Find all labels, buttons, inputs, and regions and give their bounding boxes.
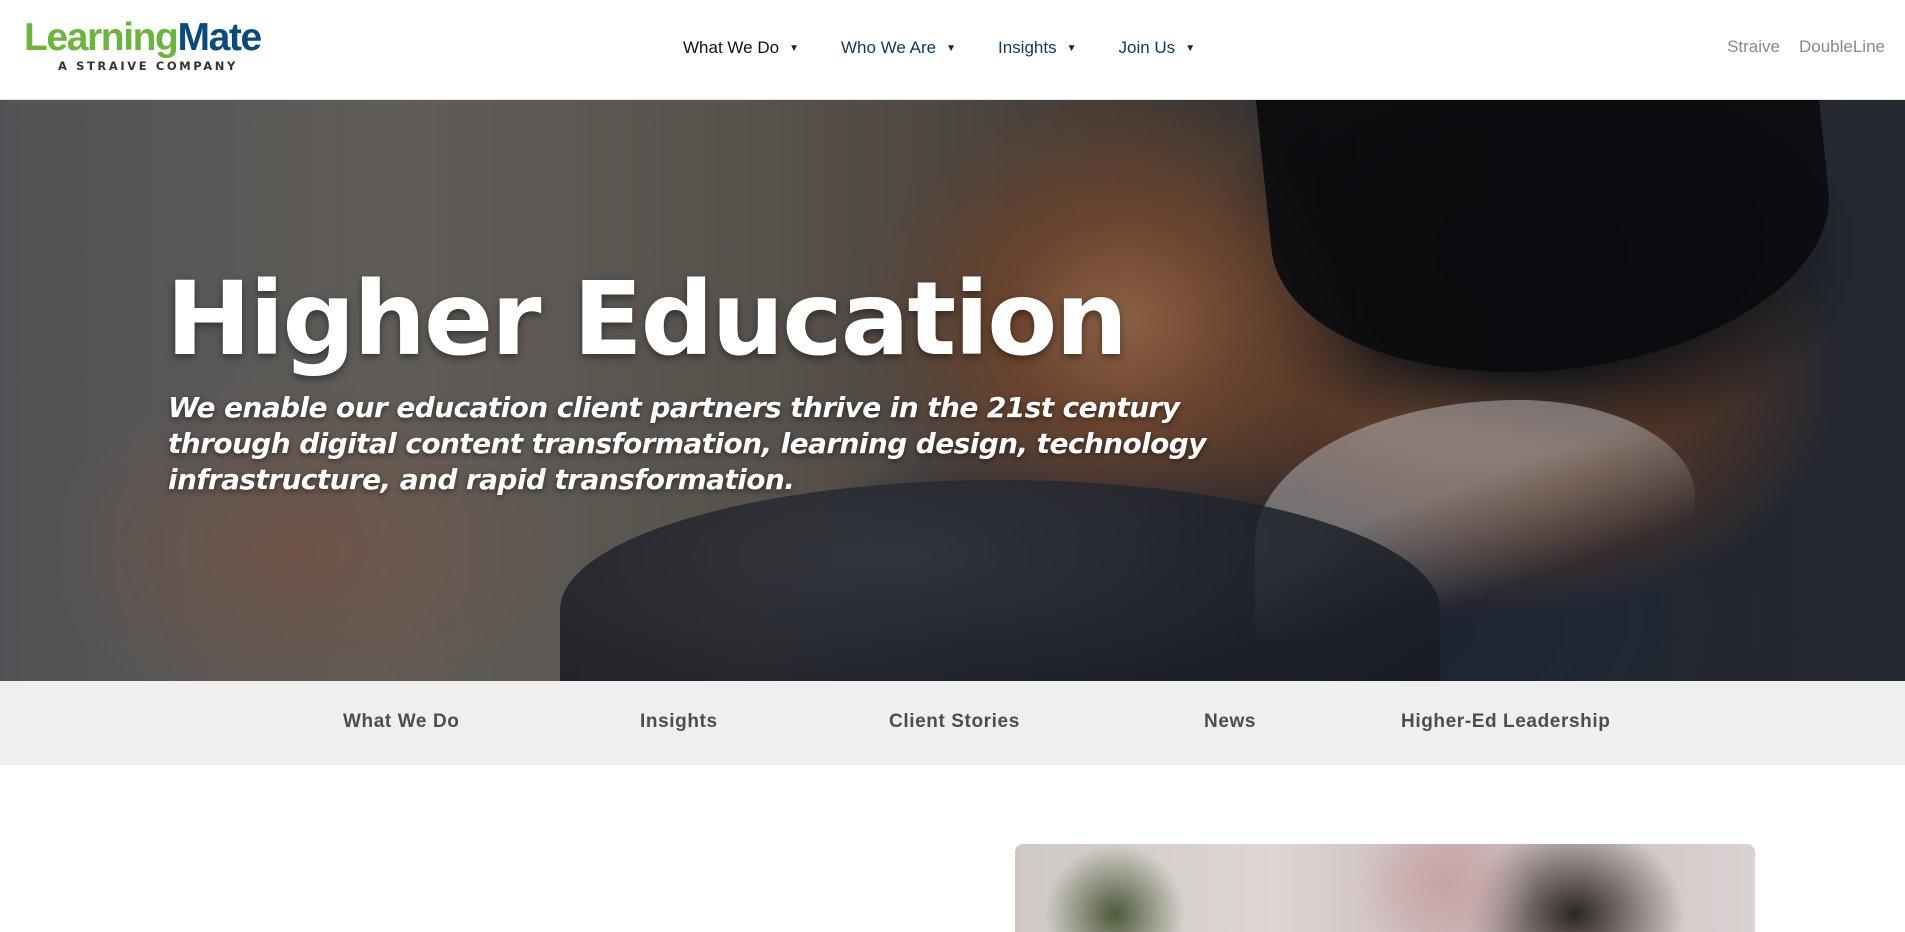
- site-header: LearningMate A STRAIVE COMPANY What We D…: [0, 0, 1905, 100]
- subnav-client-stories[interactable]: Client Stories: [889, 711, 1020, 733]
- nav-item-what-we-do[interactable]: What We Do ▼: [683, 38, 799, 58]
- nav-item-who-we-are[interactable]: Who We Are ▼: [841, 38, 956, 58]
- hero-banner: Higher Education We enable our education…: [0, 100, 1905, 681]
- subnav-what-we-do[interactable]: What We Do: [343, 711, 459, 733]
- subnav-insights[interactable]: Insights: [640, 711, 718, 733]
- caret-down-icon: ▼: [946, 42, 956, 54]
- caret-down-icon: ▼: [1066, 42, 1077, 54]
- nav-item-label: What We Do: [683, 38, 780, 57]
- learningmate-logo[interactable]: LearningMate A STRAIVE COMPANY: [24, 18, 274, 76]
- nav-item-label: Insights: [998, 38, 1057, 57]
- nav-item-label: Who We Are: [840, 38, 937, 57]
- straive-link[interactable]: Straive: [1727, 37, 1780, 57]
- caret-down-icon: ▼: [789, 42, 799, 54]
- logo-tagline: A STRAIVE COMPANY: [58, 59, 238, 73]
- hero-subtitle: We enable our education client partners …: [168, 391, 1206, 496]
- nav-item-label: Join Us: [1118, 38, 1176, 57]
- caret-down-icon: ▼: [1185, 42, 1196, 54]
- subnav-higher-ed-leadership[interactable]: Higher-Ed Leadership: [1401, 711, 1610, 733]
- subnav-news[interactable]: News: [1204, 711, 1256, 733]
- logo-wordmark: LearningMate: [24, 18, 274, 58]
- logo-learning-text: Learning: [24, 16, 179, 59]
- nav-item-join-us[interactable]: Join Us ▼: [1119, 38, 1196, 58]
- logo-mate-text: Mate: [177, 16, 262, 59]
- main-nav: What We Do ▼ Who We Are ▼ Insights ▼ Joi…: [683, 36, 1237, 60]
- hero-title: Higher Education: [166, 260, 1128, 379]
- section-subnav: What We Do Insights Client Stories News …: [0, 681, 1905, 765]
- doubleline-link[interactable]: DoubleLine: [1799, 37, 1885, 57]
- content-feature-image: [1015, 844, 1755, 932]
- partner-links: Straive DoubleLine: [1708, 37, 1885, 57]
- nav-item-insights[interactable]: Insights ▼: [998, 38, 1077, 58]
